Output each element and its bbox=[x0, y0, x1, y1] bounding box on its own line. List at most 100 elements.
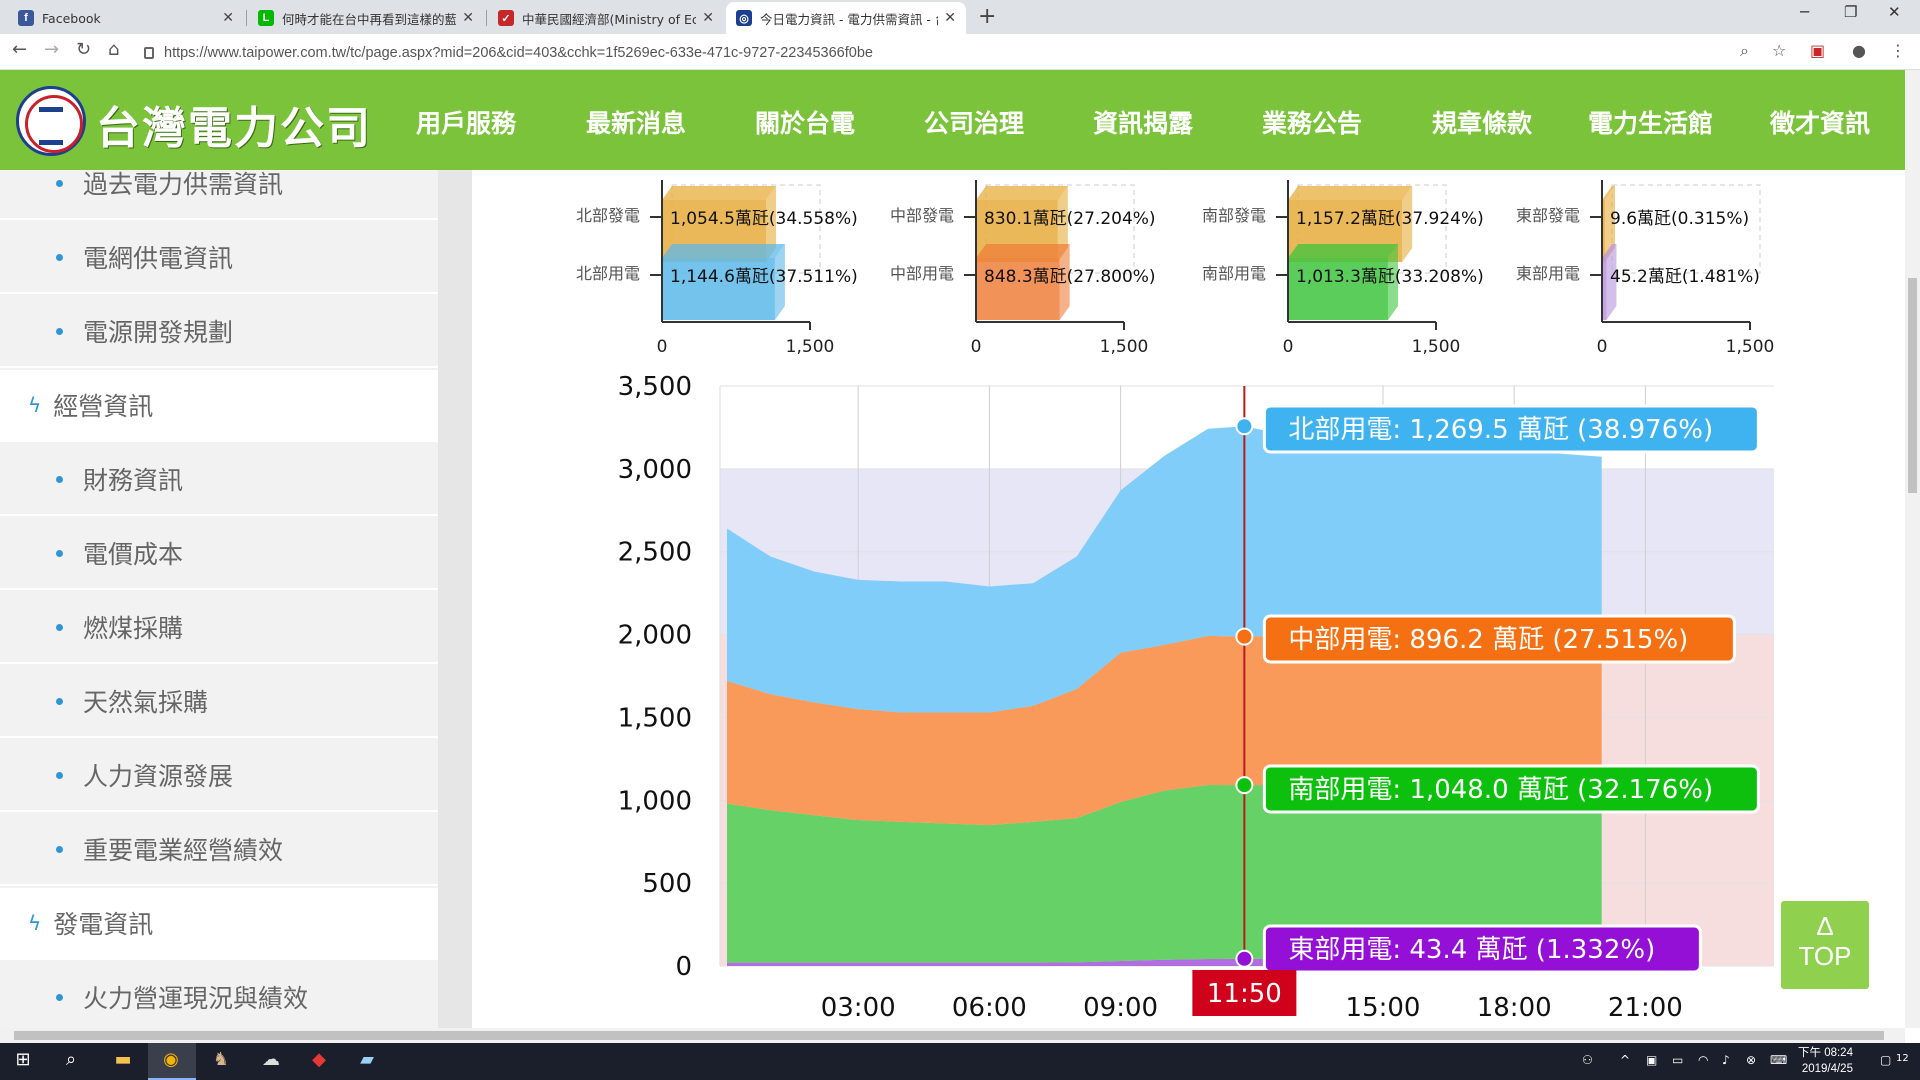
battery-icon[interactable]: ▭ bbox=[1672, 1053, 1683, 1067]
bar-3d-top bbox=[1288, 186, 1413, 200]
volume-icon[interactable]: ♪ bbox=[1722, 1053, 1730, 1067]
home-icon[interactable]: ⌂ bbox=[108, 39, 119, 60]
close-window-icon[interactable]: ✕ bbox=[1888, 3, 1901, 21]
sidebar-item-label: 重要電業經營績效 bbox=[83, 836, 284, 865]
tray-chevron-icon[interactable]: ^ bbox=[1620, 1053, 1630, 1067]
sidebar-item[interactable]: 人力資源發展 bbox=[0, 740, 438, 812]
bar-category-label: 東部用電 bbox=[1516, 264, 1580, 283]
sidebar-item[interactable]: 天然氣採購 bbox=[0, 666, 438, 738]
browser-tab-taipower[interactable]: ◎ 今日電力資訊 - 電力供需資訊 - 台 ✕ bbox=[726, 2, 966, 34]
tray-app-icon[interactable]: ▣ bbox=[1646, 1053, 1657, 1067]
nav-about[interactable]: 關於台電 bbox=[755, 104, 855, 140]
nav-governance[interactable]: 公司治理 bbox=[924, 104, 1024, 140]
x-tick-label: 09:00 bbox=[1083, 993, 1158, 1023]
close-tab-icon[interactable]: ✕ bbox=[222, 10, 234, 26]
bullet-icon bbox=[56, 327, 63, 335]
app-icon[interactable]: ☁ bbox=[258, 1049, 284, 1073]
tray-icon[interactable]: ⊗ bbox=[1746, 1053, 1756, 1067]
url-text: https://www.taipower.com.tw/tc/page.aspx… bbox=[164, 45, 873, 61]
new-tab-button[interactable]: + bbox=[978, 4, 996, 29]
bar-x-tick-label: 0 bbox=[657, 337, 668, 357]
bar-3d-top bbox=[976, 244, 1070, 258]
tab-title: Facebook bbox=[42, 10, 101, 26]
taipower-logo-icon[interactable] bbox=[16, 86, 86, 156]
ime-icon[interactable]: ⌨ bbox=[1770, 1053, 1787, 1067]
bookmark-star-icon[interactable]: ☆ bbox=[1772, 41, 1786, 60]
sidebar-category[interactable]: ϟ 經營資訊 bbox=[0, 370, 438, 442]
menu-dots-icon[interactable]: ⋮ bbox=[1890, 41, 1906, 60]
sidebar-menu: 過去電力供需資訊電網供電資訊 電源開發規劃 ϟ 經營資訊 財務資訊 電價成本 燃煤採購 天然氣… bbox=[0, 170, 438, 1028]
nav-announcements[interactable]: 業務公告 bbox=[1262, 104, 1362, 140]
vertical-scroll-thumb[interactable] bbox=[1908, 278, 1917, 493]
restore-icon[interactable]: ❐ bbox=[1844, 3, 1857, 21]
sidebar-item[interactable]: 電價成本 bbox=[0, 518, 438, 590]
address-bar[interactable]: https://www.taipower.com.tw/tc/page.aspx… bbox=[144, 40, 1764, 66]
series-marker bbox=[1235, 776, 1254, 795]
nav-power-life[interactable]: 電力生活館 bbox=[1588, 104, 1713, 140]
sidebar-item[interactable]: 財務資訊 bbox=[0, 444, 438, 516]
bar-category-label: 北部發電 bbox=[576, 206, 640, 225]
sidebar-item-label: 過去電力供需資訊 bbox=[83, 170, 284, 199]
y-tick-label: 500 bbox=[642, 869, 692, 899]
chrome-icon[interactable]: ◉ bbox=[158, 1049, 184, 1073]
system-clock[interactable]: 下午 08:24 2019/4/25 bbox=[1798, 1045, 1853, 1077]
sidebar-item[interactable]: 火力營運現況與績效 bbox=[0, 962, 438, 1028]
y-tick-label: 3,500 bbox=[618, 372, 692, 402]
tab-title: 中華民國經濟部(Ministry of Econ bbox=[522, 11, 697, 27]
bar-x-tick-label: 0 bbox=[971, 337, 982, 357]
site-header: 台灣電力公司 用戶服務 最新消息 關於台電 公司治理 資訊揭露 業務公告 規章條… bbox=[0, 70, 1905, 170]
horizontal-scroll-thumb[interactable] bbox=[14, 1031, 1884, 1040]
y-tick-label: 0 bbox=[675, 952, 692, 982]
back-icon[interactable]: ← bbox=[12, 39, 27, 60]
bar-data-label: 9.6萬瓩(0.315%) bbox=[1610, 209, 1749, 229]
bullet-icon bbox=[56, 993, 63, 1001]
search-icon[interactable]: ⌕ bbox=[58, 1049, 84, 1073]
close-tab-icon[interactable]: ✕ bbox=[702, 10, 714, 26]
site-logo-text[interactable]: 台灣電力公司 bbox=[96, 92, 372, 156]
wifi-icon[interactable]: ◠ bbox=[1698, 1053, 1708, 1067]
app-icon[interactable]: ◆ bbox=[306, 1049, 332, 1073]
extension-icon[interactable]: ▣ bbox=[1810, 41, 1825, 60]
browser-tab-ministry[interactable]: ✓ 中華民國經濟部(Ministry of Econ ✕ bbox=[488, 2, 724, 34]
file-explorer-icon[interactable]: ▬ bbox=[110, 1049, 136, 1073]
windows-start-icon[interactable]: ⊞ bbox=[10, 1049, 36, 1073]
reload-icon[interactable]: ↻ bbox=[76, 39, 91, 60]
notification-center-icon[interactable]: ▢ bbox=[1880, 1053, 1891, 1067]
notification-count: 12 bbox=[1896, 1053, 1909, 1064]
tooltip-label: 北部用電: 1,269.5 萬瓩 (38.976%) bbox=[1288, 415, 1713, 445]
bar-x-tick-label: 1,500 bbox=[1726, 337, 1775, 357]
bar-category-label: 南部用電 bbox=[1202, 264, 1266, 283]
bar-3d-top bbox=[662, 186, 777, 200]
bar-x-tick-label: 1,500 bbox=[1412, 337, 1461, 357]
bar-category-label: 北部用電 bbox=[576, 264, 640, 283]
nav-careers[interactable]: 徵才資訊 bbox=[1770, 104, 1870, 140]
browser-tab-facebook[interactable]: f Facebook ✕ bbox=[8, 2, 244, 34]
nav-latest-news[interactable]: 最新消息 bbox=[586, 104, 686, 140]
sidebar-item[interactable]: 電源開發規劃 bbox=[0, 296, 438, 368]
app-icon[interactable]: ♞ bbox=[208, 1049, 234, 1073]
back-to-top-button[interactable]: Δ TOP bbox=[1781, 901, 1869, 989]
nav-regulations[interactable]: 規章條款 bbox=[1432, 104, 1532, 140]
browser-tab-line[interactable]: L 何時才能在台中再看到這樣的藍天 ✕ bbox=[248, 2, 484, 34]
profile-icon[interactable]: ● bbox=[1852, 41, 1866, 60]
app-icon[interactable]: ▰ bbox=[354, 1049, 380, 1073]
x-tick-label: 03:00 bbox=[821, 993, 896, 1023]
people-icon[interactable]: ⚇ bbox=[1582, 1053, 1593, 1067]
sidebar-item[interactable]: 過去電力供需資訊 bbox=[0, 170, 438, 220]
close-tab-icon[interactable]: ✕ bbox=[944, 10, 956, 26]
taipower-icon: ◎ bbox=[736, 10, 752, 26]
sidebar-item[interactable]: 重要電業經營績效 bbox=[0, 814, 438, 886]
nav-user-service[interactable]: 用戶服務 bbox=[416, 104, 516, 140]
minimize-icon[interactable]: ─ bbox=[1800, 3, 1809, 21]
nav-disclosure[interactable]: 資訊揭露 bbox=[1093, 104, 1193, 140]
forward-icon[interactable]: → bbox=[44, 39, 59, 60]
tooltip-label: 中部用電: 896.2 萬瓩 (27.515%) bbox=[1288, 625, 1688, 655]
sidebar-item[interactable]: 電網供電資訊 bbox=[0, 222, 438, 294]
sidebar-item[interactable]: 燃煤採購 bbox=[0, 592, 438, 664]
bar-data-label: 1,013.3萬瓩(33.208%) bbox=[1296, 267, 1484, 287]
close-tab-icon[interactable]: ✕ bbox=[462, 10, 474, 26]
zoom-icon[interactable]: ⌕ bbox=[1740, 41, 1749, 61]
horizontal-scrollbar[interactable] bbox=[0, 1028, 1905, 1043]
sidebar-category[interactable]: ϟ 發電資訊 bbox=[0, 888, 438, 960]
vertical-scrollbar[interactable] bbox=[1905, 70, 1920, 1028]
